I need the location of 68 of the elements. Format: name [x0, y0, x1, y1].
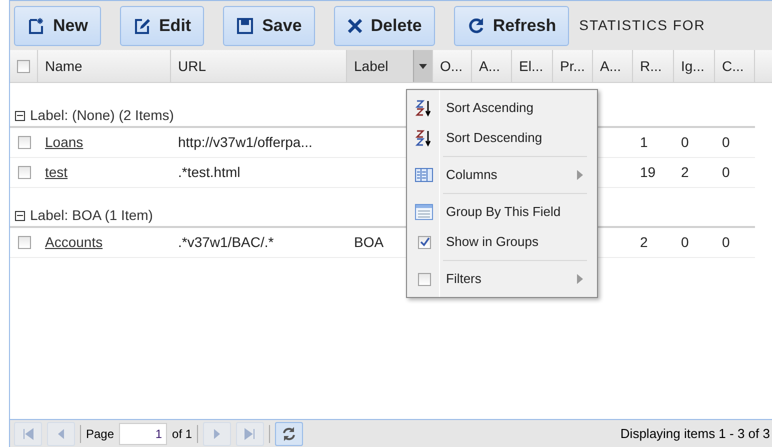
table-cell: 2: [640, 234, 648, 250]
column-header[interactable]: C...: [715, 50, 755, 82]
refresh-icon: [281, 426, 298, 442]
name-link[interactable]: test: [45, 164, 68, 180]
sort-ascending-icon: [415, 99, 433, 117]
table-cell: 0: [681, 134, 689, 150]
close-icon: [346, 18, 363, 34]
columns-icon: [415, 168, 433, 182]
name-link[interactable]: Loans: [45, 134, 84, 150]
table-cell: http://v37w1/offerpa...: [178, 134, 312, 150]
column-header[interactable]: Ig...: [674, 50, 715, 82]
toolbar-button[interactable]: New: [14, 6, 101, 46]
page-input[interactable]: 1: [119, 422, 168, 444]
reload-button[interactable]: [275, 422, 304, 446]
page-count: of 1: [172, 426, 192, 442]
page-label: Page: [86, 426, 114, 442]
table-cell: 19: [640, 164, 656, 180]
table-cell: .*test.html: [178, 164, 240, 180]
caret-icon: [419, 64, 427, 68]
row-checkbox[interactable]: [18, 236, 30, 249]
column-header[interactable]: Name: [38, 50, 171, 82]
column-menu-trigger[interactable]: [413, 50, 432, 82]
column-header[interactable]: Pr...: [553, 50, 593, 82]
table-cell: BOA: [354, 234, 384, 250]
name-link[interactable]: Accounts: [45, 234, 103, 250]
submenu-arrow-icon: [577, 274, 583, 284]
column-header[interactable]: A...: [472, 50, 512, 82]
group-icon: [415, 204, 433, 220]
menu-checkbox[interactable]: [418, 236, 430, 248]
menu-item[interactable]: Show in Groups: [407, 227, 597, 257]
select-all-checkbox[interactable]: [17, 60, 30, 72]
sort-descending-icon: [415, 129, 433, 147]
toolbar-title: STATISTICS FOR: [579, 16, 706, 35]
toolbar-button[interactable]: Delete: [334, 6, 435, 46]
column-header[interactable]: Label: [347, 50, 433, 82]
toolbar-button[interactable]: Save: [223, 6, 315, 46]
new-document-icon: [27, 16, 45, 34]
collapse-icon[interactable]: [15, 110, 25, 120]
menu-item[interactable]: Filters: [407, 264, 597, 294]
table-cell: 0: [681, 234, 689, 250]
skip-forward-icon: [244, 428, 256, 440]
column-header[interactable]: A...: [593, 50, 633, 82]
table-cell: 2: [681, 164, 689, 180]
row-checkbox[interactable]: [18, 166, 30, 179]
collapse-icon[interactable]: [15, 210, 25, 220]
menu-checkbox[interactable]: [418, 272, 430, 286]
refresh-icon: [466, 16, 485, 34]
pager-status: Displaying items 1 - 3 of 3: [620, 424, 771, 443]
skip-back-icon: [22, 428, 34, 440]
table-cell: .*v37w1/BAC/.*: [178, 234, 274, 250]
menu-item[interactable]: Sort Descending: [407, 123, 597, 153]
menu-item[interactable]: Columns: [407, 160, 597, 190]
column-header[interactable]: El...: [512, 50, 553, 82]
menu-item[interactable]: Sort Ascending: [407, 93, 597, 123]
table-cell: 0: [722, 134, 730, 150]
column-header[interactable]: O...: [433, 50, 472, 82]
table-cell: 0: [722, 164, 730, 180]
edit-icon: [132, 16, 151, 34]
group-header[interactable]: Label: (None) (2 Items): [30, 105, 174, 126]
table-cell: 0: [722, 234, 730, 250]
row-checkbox[interactable]: [18, 136, 30, 149]
submenu-arrow-icon: [577, 170, 583, 180]
menu-item[interactable]: Group By This Field: [407, 197, 597, 227]
column-header[interactable]: R...: [633, 50, 674, 82]
toolbar-button[interactable]: Edit: [120, 6, 204, 46]
table-cell: 1: [640, 134, 648, 150]
group-header[interactable]: Label: BOA (1 Item): [30, 205, 153, 226]
toolbar-button[interactable]: Refresh: [454, 6, 570, 46]
